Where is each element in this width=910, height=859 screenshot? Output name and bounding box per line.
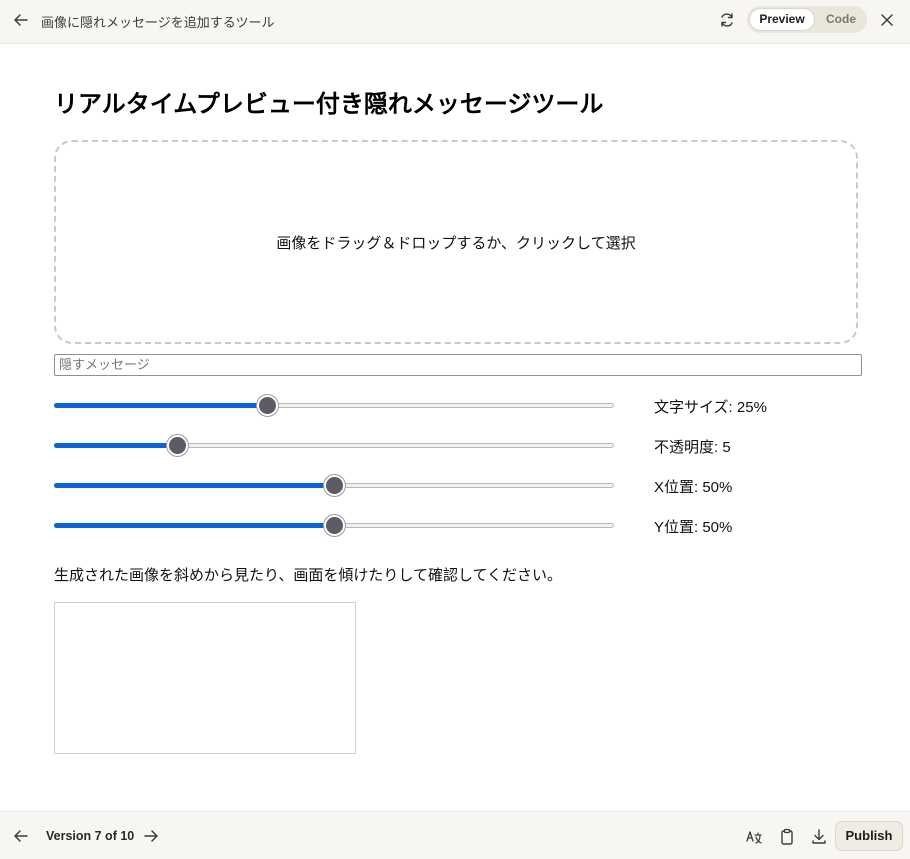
image-dropzone[interactable]: 画像をドラッグ＆ドロップするか、クリックして選択 bbox=[54, 140, 858, 344]
instruction-text: 生成された画像を斜めから見たり、画面を傾けたりして確認してください。 bbox=[54, 566, 563, 584]
tab-code[interactable]: Code bbox=[819, 8, 863, 31]
slider-fill bbox=[54, 403, 267, 408]
version-label: Version 7 of 10 bbox=[46, 829, 135, 843]
opacity-label: 不透明度: 5 bbox=[654, 439, 731, 456]
slider-thumb[interactable] bbox=[167, 435, 188, 456]
slider-fill bbox=[54, 523, 334, 528]
y-position-slider[interactable]: Y位置: 50% bbox=[54, 513, 910, 537]
arrow-right-icon[interactable] bbox=[141, 826, 161, 846]
result-canvas bbox=[54, 602, 356, 754]
slider-thumb[interactable] bbox=[324, 475, 345, 496]
font-size-label: 文字サイズ: 25% bbox=[654, 399, 767, 416]
artifact-title: 画像に隠れメッセージを追加するツール bbox=[41, 16, 275, 31]
view-toggle: Preview Code bbox=[747, 6, 867, 33]
close-icon[interactable] bbox=[877, 10, 897, 30]
clipboard-icon[interactable] bbox=[777, 827, 797, 847]
x-position-slider[interactable]: X位置: 50% bbox=[54, 473, 910, 497]
top-bar: 画像に隠れメッセージを追加するツール Preview Code bbox=[0, 0, 910, 44]
download-icon[interactable] bbox=[809, 827, 829, 847]
slider-thumb[interactable] bbox=[324, 515, 345, 536]
dropzone-label: 画像をドラッグ＆ドロップするか、クリックして選択 bbox=[276, 233, 636, 252]
y-position-label: Y位置: 50% bbox=[654, 519, 733, 536]
opacity-slider[interactable]: 不透明度: 5 bbox=[54, 433, 910, 457]
font-size-slider[interactable]: 文字サイズ: 25% bbox=[54, 393, 910, 417]
x-position-label: X位置: 50% bbox=[654, 479, 733, 496]
translate-icon[interactable] bbox=[744, 827, 764, 847]
tab-preview[interactable]: Preview bbox=[749, 8, 815, 31]
page-title: リアルタイムプレビュー付き隠れメッセージツール bbox=[54, 90, 604, 118]
hidden-message-input[interactable] bbox=[54, 354, 862, 376]
slider-thumb[interactable] bbox=[257, 395, 278, 416]
publish-button[interactable]: Publish bbox=[835, 821, 903, 851]
bottom-bar: Version 7 of 10 Publish bbox=[0, 811, 910, 859]
slider-fill bbox=[54, 483, 334, 488]
refresh-icon[interactable] bbox=[717, 10, 737, 30]
slider-fill bbox=[54, 443, 177, 448]
arrow-left-icon[interactable] bbox=[11, 826, 31, 846]
arrow-left-icon[interactable] bbox=[11, 10, 31, 30]
